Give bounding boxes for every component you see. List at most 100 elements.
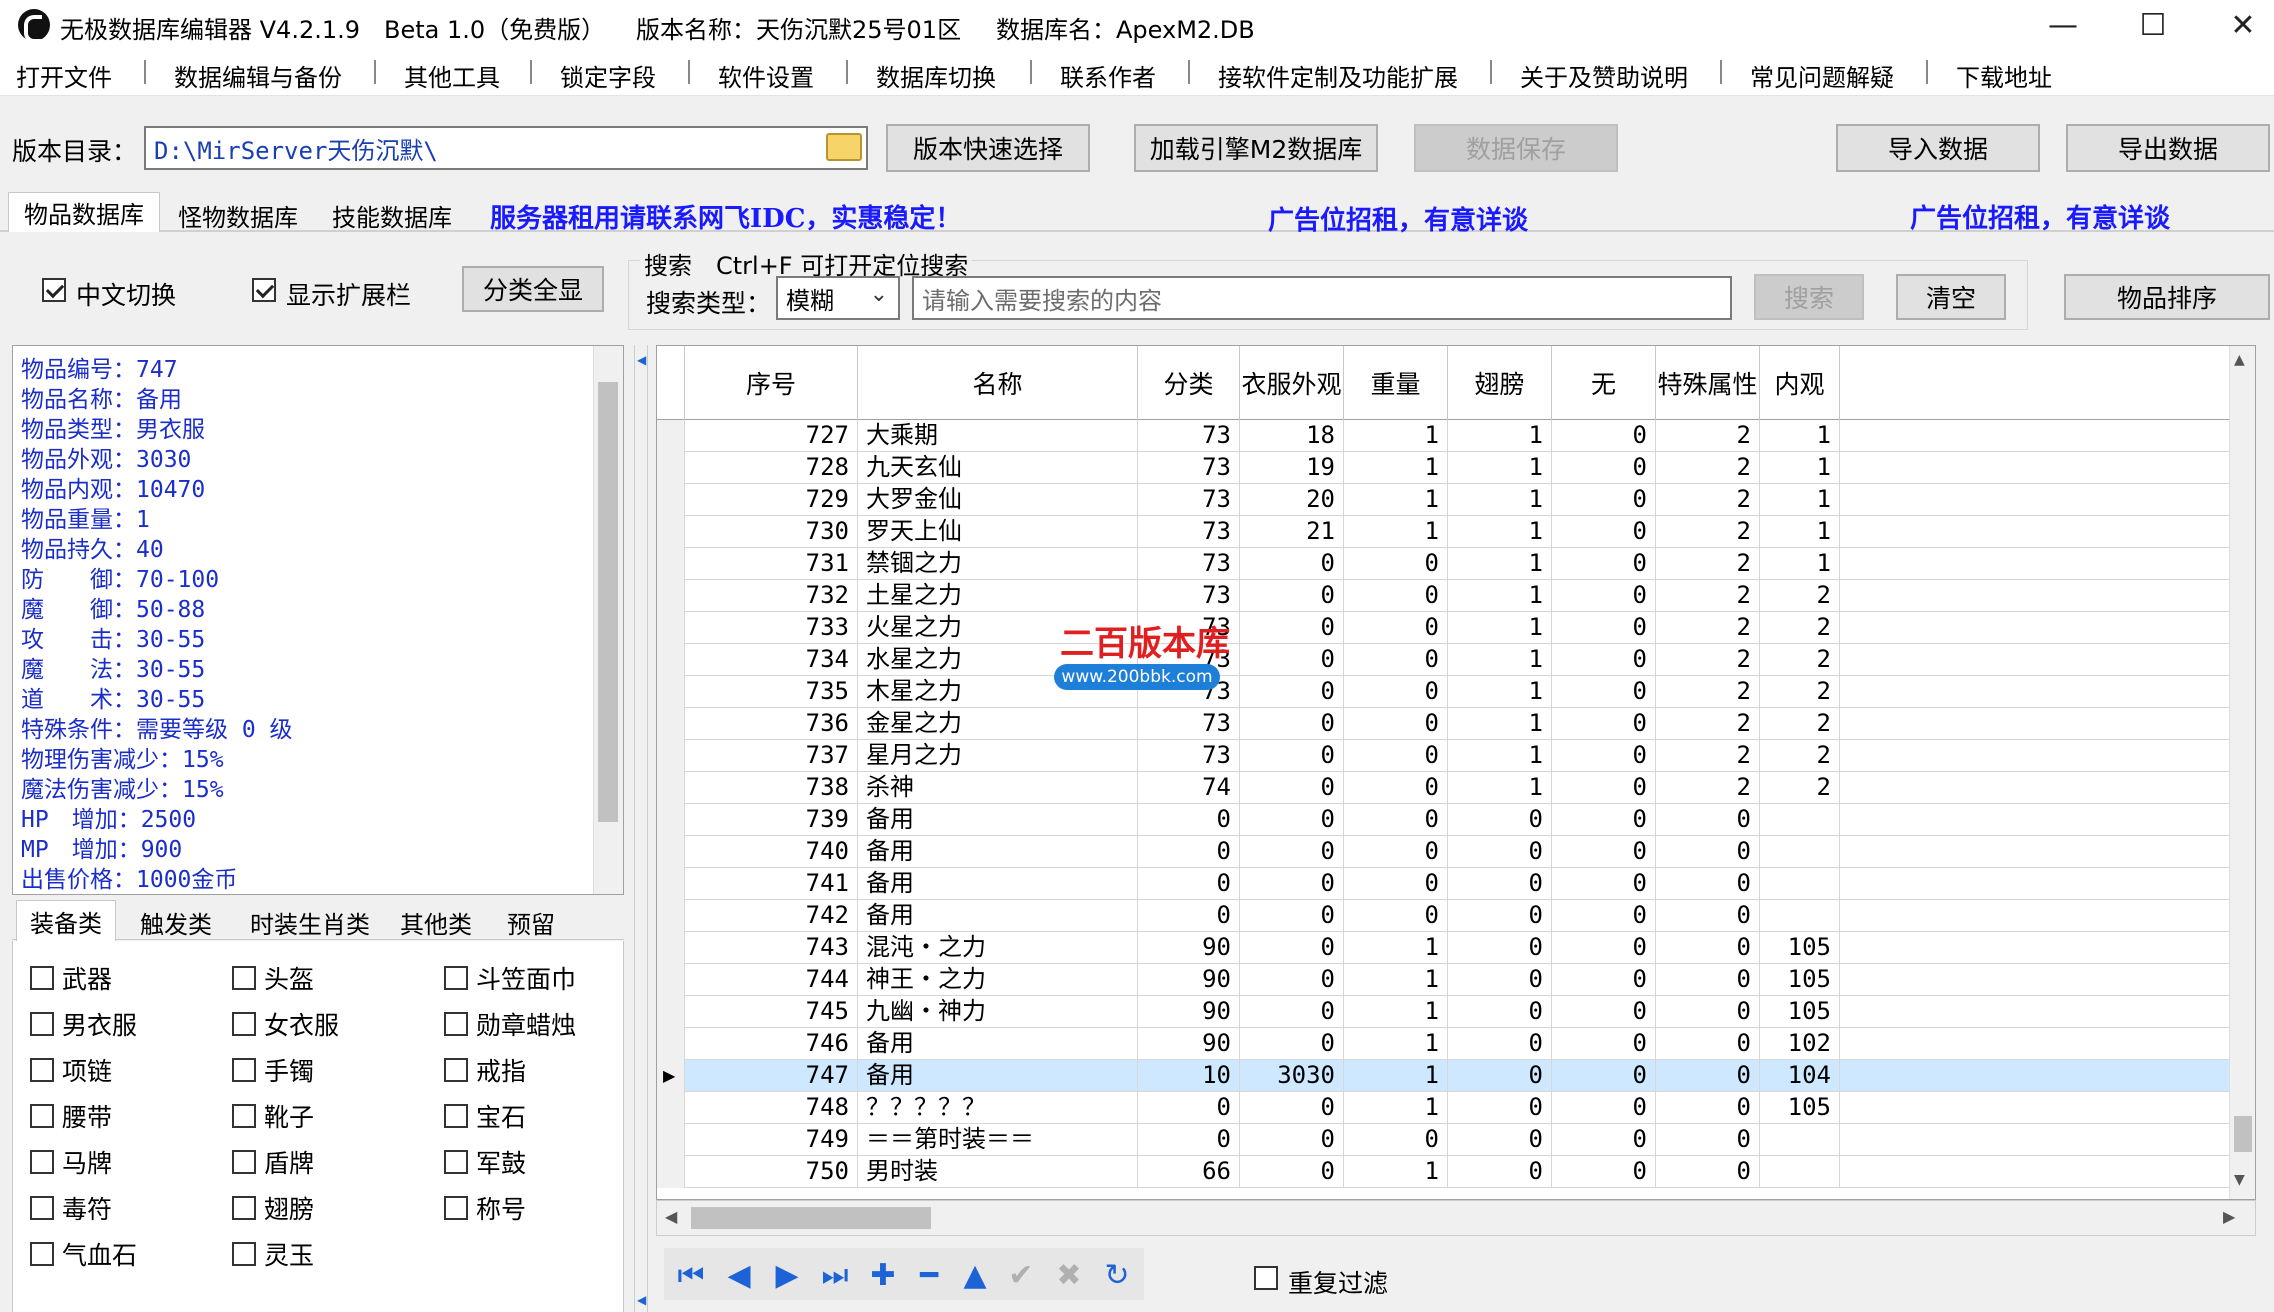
table-row[interactable]: 737 星月之力 73 0 0 1 0 2 2 (657, 740, 2255, 772)
checkbox-box[interactable] (232, 1058, 256, 1082)
table-cell[interactable]: 0 (1552, 516, 1656, 548)
table-row[interactable]: 744 神王・之力 90 0 1 0 0 0 105 (657, 964, 2255, 996)
table-cell[interactable]: 1 (1448, 740, 1552, 772)
table-cell[interactable]: 1 (1344, 484, 1448, 516)
column-header[interactable]: 特殊属性 (1656, 346, 1760, 420)
category-checkbox[interactable]: 女衣服 (232, 1006, 339, 1042)
table-cell[interactable]: 0 (1240, 772, 1344, 804)
table-cell[interactable]: 105 (1760, 1092, 1840, 1124)
table-cell[interactable]: 105 (1760, 932, 1840, 964)
table-cell[interactable]: 0 (1240, 836, 1344, 868)
panel-splitter[interactable]: ◀ ◀ (634, 345, 648, 1312)
table-cell[interactable]: 0 (1552, 1092, 1656, 1124)
tab-trigger[interactable]: 触发类 (122, 904, 230, 940)
table-cell[interactable]: 0 (1552, 580, 1656, 612)
table-cell[interactable]: ？？？？？ (858, 1092, 1138, 1124)
table-cell[interactable]: 1 (1448, 484, 1552, 516)
category-checkbox[interactable]: 灵玉 (232, 1236, 314, 1272)
table-cell[interactable]: 0 (1552, 996, 1656, 1028)
table-cell[interactable]: 2 (1656, 580, 1760, 612)
table-cell[interactable] (1760, 868, 1840, 900)
search-type-select[interactable]: 模糊 ⌄ (776, 276, 900, 320)
menu-customization[interactable]: 接软件定制及功能扩展 (1218, 58, 1458, 93)
table-cell[interactable]: 1 (1760, 484, 1840, 516)
table-cell[interactable]: 2 (1760, 772, 1840, 804)
table-cell[interactable]: 0 (1552, 1156, 1656, 1188)
table-cell[interactable]: 0 (1240, 676, 1344, 708)
table-cell[interactable]: 21 (1240, 516, 1344, 548)
edit-record-icon[interactable]: ▲ (952, 1252, 998, 1298)
table-cell[interactable]: 0 (1656, 932, 1760, 964)
table-cell[interactable]: 745 (685, 996, 858, 1028)
table-cell[interactable]: 73 (1138, 708, 1240, 740)
column-header[interactable]: 无 (1552, 346, 1656, 420)
folder-icon[interactable] (826, 133, 862, 161)
tab-skill-db[interactable]: 技能数据库 (318, 198, 466, 232)
table-cell[interactable]: 736 (685, 708, 858, 740)
table-cell[interactable]: 0 (1240, 708, 1344, 740)
table-cell[interactable]: 90 (1138, 964, 1240, 996)
table-cell[interactable]: 1 (1344, 1156, 1448, 1188)
table-row[interactable]: 734 水星之力 73 0 0 1 0 2 2 (657, 644, 2255, 676)
table-cell[interactable]: 1 (1344, 996, 1448, 1028)
table-cell[interactable]: 2 (1760, 676, 1840, 708)
table-cell[interactable]: 1 (1448, 676, 1552, 708)
table-cell[interactable]: 1 (1344, 1060, 1448, 1092)
checkbox-box[interactable] (444, 966, 468, 990)
quick-select-button[interactable]: 版本快速选择 (886, 124, 1090, 172)
add-record-icon[interactable]: ✚ (860, 1252, 906, 1298)
tab-equipment[interactable]: 装备类 (16, 900, 116, 941)
table-cell[interactable]: 0 (1240, 580, 1344, 612)
category-checkbox[interactable]: 马牌 (30, 1144, 112, 1180)
table-cell[interactable]: 1 (1760, 420, 1840, 452)
table-cell[interactable]: 748 (685, 1092, 858, 1124)
table-cell[interactable]: 0 (1552, 644, 1656, 676)
checkbox-box[interactable] (232, 1242, 256, 1266)
category-checkbox[interactable]: 翅膀 (232, 1190, 314, 1226)
table-cell[interactable]: 0 (1344, 612, 1448, 644)
category-checkbox[interactable]: 武器 (30, 960, 112, 996)
checkbox-box[interactable] (30, 1012, 54, 1036)
table-cell[interactable]: 2 (1656, 612, 1760, 644)
info-scrollbar-thumb[interactable] (598, 382, 618, 822)
table-cell[interactable]: 0 (1240, 1092, 1344, 1124)
table-cell[interactable]: 罗天上仙 (858, 516, 1138, 548)
table-cell[interactable]: 2 (1656, 708, 1760, 740)
table-cell[interactable]: 0 (1138, 1124, 1240, 1156)
table-cell[interactable]: 0 (1656, 804, 1760, 836)
category-checkbox[interactable]: 戒指 (444, 1052, 526, 1088)
table-cell[interactable]: 备用 (858, 804, 1138, 836)
table-row[interactable]: 728 九天玄仙 73 19 1 1 0 2 1 (657, 452, 2255, 484)
table-cell[interactable]: 749 (685, 1124, 858, 1156)
table-cell[interactable]: 0 (1552, 484, 1656, 516)
table-cell[interactable]: 金星之力 (858, 708, 1138, 740)
table-cell[interactable]: 735 (685, 676, 858, 708)
table-cell[interactable]: 102 (1760, 1028, 1840, 1060)
info-scrollbar[interactable] (593, 346, 623, 894)
table-cell[interactable]: 73 (1138, 420, 1240, 452)
menu-db-switch[interactable]: 数据库切换 (876, 58, 996, 93)
table-row[interactable]: ▶ 747 备用 10 3030 1 0 0 0 104 (657, 1060, 2255, 1092)
menu-contact-author[interactable]: 联系作者 (1060, 58, 1156, 93)
table-cell[interactable]: 1 (1448, 644, 1552, 676)
table-row[interactable]: 733 火星之力 73 0 0 1 0 2 2 (657, 612, 2255, 644)
menu-lock-fields[interactable]: 锁定字段 (560, 58, 656, 93)
table-cell[interactable]: 备用 (858, 900, 1138, 932)
table-cell[interactable]: 0 (1656, 868, 1760, 900)
table-cell[interactable]: 2 (1760, 708, 1840, 740)
table-cell[interactable]: 0 (1552, 1028, 1656, 1060)
collapse-left-icon[interactable]: ◀ (637, 353, 646, 367)
table-cell[interactable]: 0 (1240, 1124, 1344, 1156)
table-cell[interactable]: 1 (1448, 420, 1552, 452)
table-cell[interactable]: 0 (1448, 1092, 1552, 1124)
table-cell[interactable]: 2 (1760, 644, 1840, 676)
table-cell[interactable]: 星月之力 (858, 740, 1138, 772)
post-record-icon[interactable]: ✔ (998, 1252, 1044, 1298)
table-cell[interactable]: 九幽・神力 (858, 996, 1138, 1028)
table-cell[interactable]: 0 (1240, 804, 1344, 836)
table-cell[interactable] (1760, 1124, 1840, 1156)
table-cell[interactable]: 74 (1138, 772, 1240, 804)
table-cell[interactable]: 747 (685, 1060, 858, 1092)
category-checkbox[interactable]: 宝石 (444, 1098, 526, 1134)
delete-record-icon[interactable]: ━ (906, 1252, 952, 1298)
